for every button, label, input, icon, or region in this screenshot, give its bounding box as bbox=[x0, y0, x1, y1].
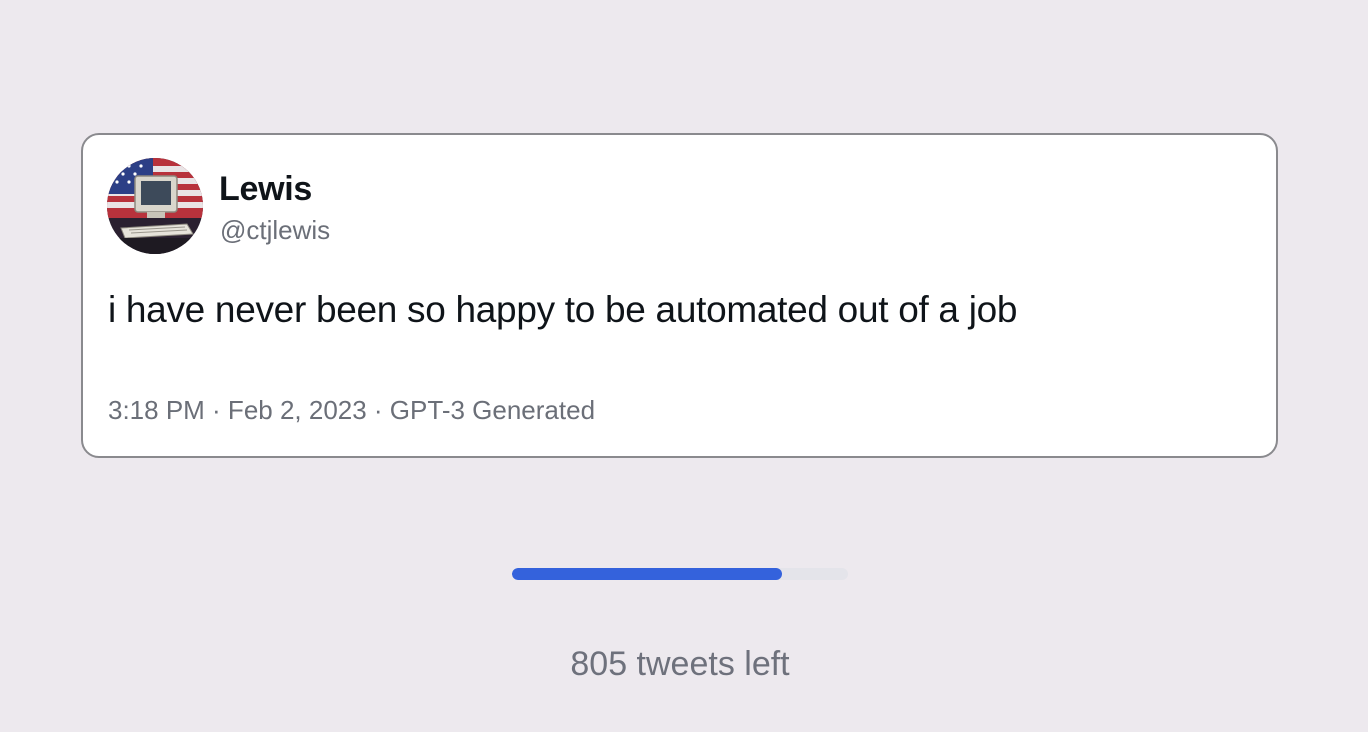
tweet-text: i have never been so happy to be automat… bbox=[108, 289, 1018, 330]
progress-bar bbox=[512, 568, 848, 580]
progress-fill bbox=[512, 568, 783, 580]
avatar[interactable] bbox=[107, 158, 203, 254]
tweet-card[interactable]: Lewis @ctjlewis i have never been so hap… bbox=[81, 133, 1278, 458]
page: Lewis @ctjlewis i have never been so hap… bbox=[0, 0, 1368, 732]
tweets-left-label: 805 tweets left bbox=[570, 645, 790, 683]
retro-computer-flag-avatar-icon bbox=[107, 158, 203, 254]
tweet-meta: 3:18 PM · Feb 2, 2023 · GPT-3 Generated bbox=[108, 395, 596, 425]
author-handle[interactable]: @ctjlewis bbox=[220, 214, 330, 246]
author-name[interactable]: Lewis bbox=[219, 169, 312, 209]
